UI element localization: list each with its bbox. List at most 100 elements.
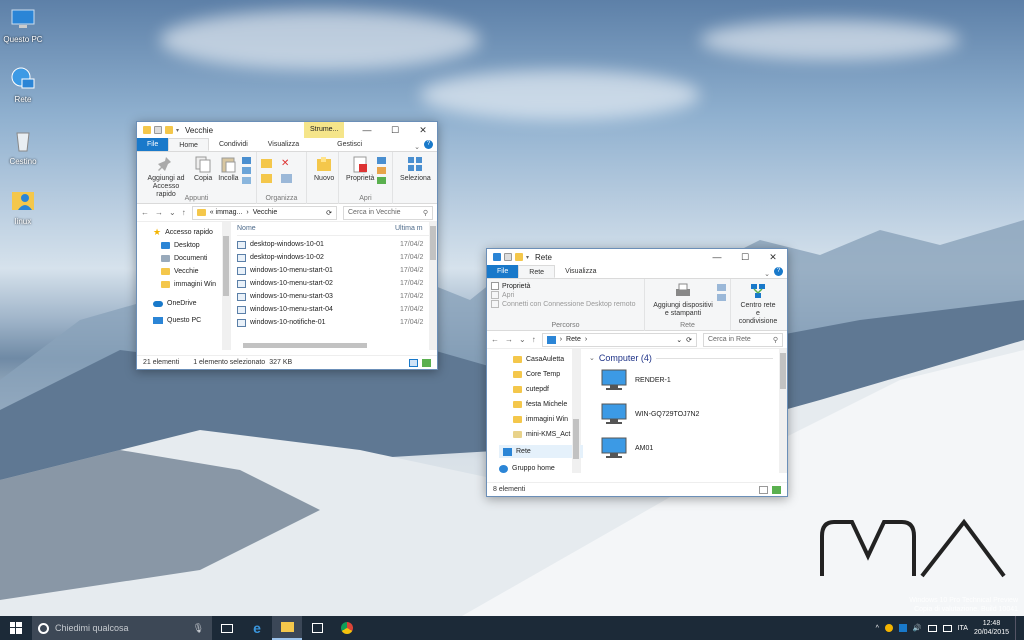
taskbar-file-explorer[interactable] bbox=[272, 616, 302, 640]
nav-folder[interactable]: CasaAuletta bbox=[513, 353, 580, 366]
task-view-button[interactable] bbox=[212, 616, 242, 640]
breadcrumb-parent[interactable]: « immag... bbox=[210, 209, 243, 216]
move-to-icon[interactable] bbox=[261, 159, 272, 168]
new-folder-icon[interactable] bbox=[515, 253, 523, 261]
new-folder-icon[interactable] bbox=[165, 126, 173, 134]
file-row[interactable]: desktop-windows-10-01 17/04/2 bbox=[237, 238, 437, 251]
computer-item[interactable]: WIN-GQ729TOJ7N2 bbox=[589, 397, 787, 431]
taskbar-ie[interactable]: e bbox=[242, 616, 272, 640]
pin-quick-access-button[interactable]: Aggiungi ad Accesso rapido bbox=[144, 155, 188, 199]
edit-icon[interactable] bbox=[377, 167, 387, 174]
minimize-icon[interactable]: — bbox=[703, 249, 731, 265]
column-modified[interactable]: Ultima m bbox=[395, 225, 423, 232]
properties-button[interactable]: Proprietà bbox=[491, 282, 530, 290]
details-view-icon[interactable] bbox=[759, 485, 768, 494]
nav-folder[interactable]: immagini Win bbox=[513, 413, 580, 426]
add-devices-button[interactable]: Aggiungi dispositivi e stampanti bbox=[652, 282, 714, 318]
nav-network[interactable]: Rete bbox=[499, 445, 583, 458]
media-server-icon[interactable] bbox=[717, 284, 726, 291]
computer-item[interactable]: AM01 bbox=[589, 431, 787, 465]
nav-immagini-win[interactable]: immagini Win bbox=[153, 278, 230, 291]
new-folder-button[interactable]: Nuovo bbox=[314, 155, 334, 183]
show-desktop-button[interactable] bbox=[1015, 616, 1018, 640]
large-icons-view-icon[interactable] bbox=[772, 485, 781, 494]
large-icons-view-icon[interactable] bbox=[422, 358, 431, 367]
tab-view[interactable]: Visualizza bbox=[555, 265, 606, 278]
horizontal-scrollbar[interactable] bbox=[243, 343, 367, 348]
desktop-icon-linux[interactable]: linux bbox=[0, 188, 46, 226]
chevron-up-icon[interactable]: ^ bbox=[876, 625, 879, 632]
clock[interactable]: 12:48 20/04/2015 bbox=[974, 619, 1009, 637]
computer-item[interactable]: RENDER-1 bbox=[589, 363, 787, 397]
chevron-down-icon[interactable]: ⌄ bbox=[169, 208, 176, 217]
address-bar[interactable]: › Rete › ⌄ ⟳ bbox=[541, 332, 697, 347]
scrollbar-thumb[interactable] bbox=[780, 353, 786, 389]
column-name[interactable]: Nome bbox=[237, 225, 395, 232]
action-center-icon[interactable] bbox=[942, 624, 952, 632]
search-input[interactable]: Cerca in Vecchie ⚲ bbox=[343, 205, 433, 220]
context-tab-tools[interactable]: Strume... bbox=[304, 122, 345, 138]
taskbar-chrome[interactable] bbox=[332, 616, 362, 640]
scrollbar-thumb[interactable] bbox=[573, 419, 579, 459]
minimize-icon[interactable]: — bbox=[353, 122, 381, 138]
chevron-down-icon[interactable]: ⌄ bbox=[519, 335, 526, 344]
help-icon[interactable]: ? bbox=[774, 267, 783, 276]
nav-folder[interactable]: mini-KMS_Act bbox=[513, 428, 580, 441]
network-center-button[interactable]: Centro rete e condivisione bbox=[738, 282, 778, 326]
file-row[interactable]: windows-10-menu-start-03 17/04/2 bbox=[237, 290, 437, 303]
network-tray-icon[interactable] bbox=[927, 624, 937, 632]
breadcrumb-current[interactable]: Rete bbox=[566, 336, 581, 343]
nav-this-pc[interactable]: Questo PC bbox=[153, 314, 230, 327]
forward-arrow-icon[interactable]: → bbox=[155, 208, 163, 217]
taskbar-store[interactable] bbox=[302, 616, 332, 640]
open-button[interactable]: Apri bbox=[491, 291, 514, 299]
nav-folder[interactable]: festa Michele bbox=[513, 398, 580, 411]
nav-onedrive[interactable]: OneDrive bbox=[153, 297, 230, 310]
file-row[interactable]: windows-10-menu-start-01 17/04/2 bbox=[237, 264, 437, 277]
select-button[interactable]: Seleziona bbox=[400, 155, 431, 183]
nav-homegroup[interactable]: Gruppo home bbox=[499, 462, 580, 475]
copy-to-icon[interactable] bbox=[261, 174, 272, 183]
chevron-down-icon[interactable]: ⌄ bbox=[760, 270, 774, 278]
tab-home[interactable]: Home bbox=[168, 138, 209, 151]
scrollbar-thumb[interactable] bbox=[223, 236, 229, 296]
title-bar[interactable]: ▾ Rete — ☐ ✕ bbox=[487, 249, 787, 265]
title-bar[interactable]: ▾ Vecchie Strume... — ☐ ✕ bbox=[137, 122, 437, 138]
tray-app-icon[interactable] bbox=[884, 624, 893, 632]
content-scrollbar[interactable] bbox=[779, 349, 787, 473]
open-icon[interactable] bbox=[377, 157, 387, 164]
back-arrow-icon[interactable]: ← bbox=[141, 208, 149, 217]
chevron-down-icon[interactable]: ▾ bbox=[526, 254, 529, 261]
scrollbar-thumb[interactable] bbox=[430, 226, 436, 260]
start-button[interactable] bbox=[0, 616, 32, 640]
details-view-icon[interactable] bbox=[409, 358, 418, 367]
explorer-window-vecchie[interactable]: ▾ Vecchie Strume... — ☐ ✕ File Home Cond… bbox=[136, 121, 438, 370]
chevron-down-icon[interactable]: ▾ bbox=[176, 127, 179, 134]
nav-folder[interactable]: Core Temp bbox=[513, 368, 580, 381]
file-row[interactable]: windows-10-notifiche-01 17/04/2 bbox=[237, 316, 437, 329]
tray-app-icon[interactable] bbox=[898, 624, 907, 632]
tab-share[interactable]: Condividi bbox=[209, 138, 258, 151]
cut-icon[interactable] bbox=[241, 157, 251, 164]
help-icon[interactable]: ? bbox=[424, 140, 433, 149]
remote-desktop-button[interactable]: Connetti con Connessione Desktop remoto bbox=[491, 300, 635, 308]
up-arrow-icon[interactable]: ↑ bbox=[532, 335, 536, 344]
nav-vecchie[interactable]: Vecchie bbox=[153, 265, 230, 278]
desktop-icon-recycle-bin[interactable]: Cestino bbox=[0, 128, 46, 166]
close-icon[interactable]: ✕ bbox=[409, 122, 437, 138]
file-list-scrollbar[interactable] bbox=[429, 222, 437, 350]
breadcrumb-current[interactable]: Vecchie bbox=[253, 209, 278, 216]
search-input[interactable]: Cerca in Rete ⚲ bbox=[703, 332, 783, 347]
desktop-icon-this-pc[interactable]: Questo PC bbox=[0, 6, 46, 44]
tab-file[interactable]: File bbox=[487, 265, 519, 278]
paste-button[interactable]: Incolla bbox=[218, 155, 239, 183]
maximize-icon[interactable]: ☐ bbox=[731, 249, 759, 265]
nav-folder[interactable]: cutepdf bbox=[513, 383, 580, 396]
properties-icon[interactable] bbox=[504, 253, 512, 261]
forward-arrow-icon[interactable]: → bbox=[505, 335, 513, 344]
close-icon[interactable]: ✕ bbox=[759, 249, 787, 265]
back-arrow-icon[interactable]: ← bbox=[491, 335, 499, 344]
cortana-search-box[interactable]: Chiedimi qualcosa 🎙 bbox=[32, 616, 212, 640]
input-language[interactable]: ITA bbox=[958, 625, 968, 632]
speaker-icon[interactable]: 🔊 bbox=[913, 624, 922, 632]
